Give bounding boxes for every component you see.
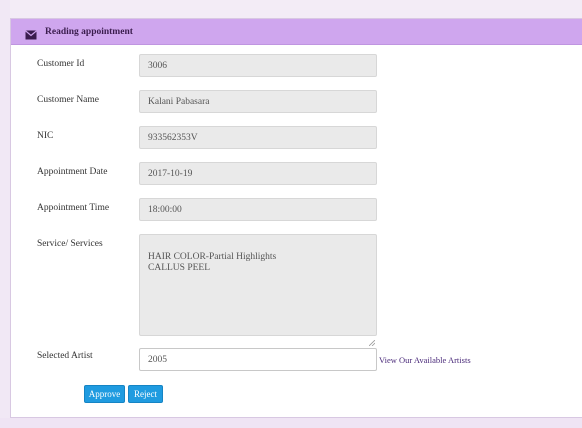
resize-grip-icon[interactable] bbox=[368, 328, 376, 347]
services-label: Service/ Services bbox=[37, 239, 103, 249]
customer-id-label: Customer Id bbox=[37, 59, 85, 69]
page-footer-band bbox=[0, 418, 582, 428]
appointment-date-field[interactable]: 2017-10-19 bbox=[139, 162, 377, 185]
approve-button[interactable]: Approve bbox=[84, 385, 125, 403]
appointment-time-label: Appointment Time bbox=[37, 203, 110, 213]
customer-id-field[interactable]: 3006 bbox=[139, 54, 377, 77]
view-artists-link[interactable]: View Our Available Artists bbox=[379, 355, 471, 365]
selected-artist-input[interactable]: 2005 bbox=[139, 348, 377, 371]
nic-label: NIC bbox=[37, 131, 54, 141]
appointment-date-label: Appointment Date bbox=[37, 167, 108, 177]
appointment-time-field[interactable]: 18:00:00 bbox=[139, 198, 377, 221]
reject-button[interactable]: Reject bbox=[128, 385, 163, 403]
customer-name-field[interactable]: Kalani Pabasara bbox=[139, 90, 377, 113]
appointment-panel: Reading appointment Customer Id 3006 Cus… bbox=[10, 18, 582, 418]
panel-header: Reading appointment bbox=[11, 19, 582, 45]
page-background bbox=[0, 0, 10, 428]
selected-artist-label: Selected Artist bbox=[37, 351, 93, 361]
services-textarea[interactable]: HAIR COLOR-Partial Highlights CALLUS PEE… bbox=[139, 234, 377, 347]
panel-title: Reading appointment bbox=[45, 26, 133, 37]
envelope-icon bbox=[25, 27, 37, 39]
nic-field[interactable]: 933562353V bbox=[139, 126, 377, 149]
customer-name-label: Customer Name bbox=[37, 95, 100, 105]
services-text: HAIR COLOR-Partial Highlights CALLUS PEE… bbox=[148, 252, 277, 273]
